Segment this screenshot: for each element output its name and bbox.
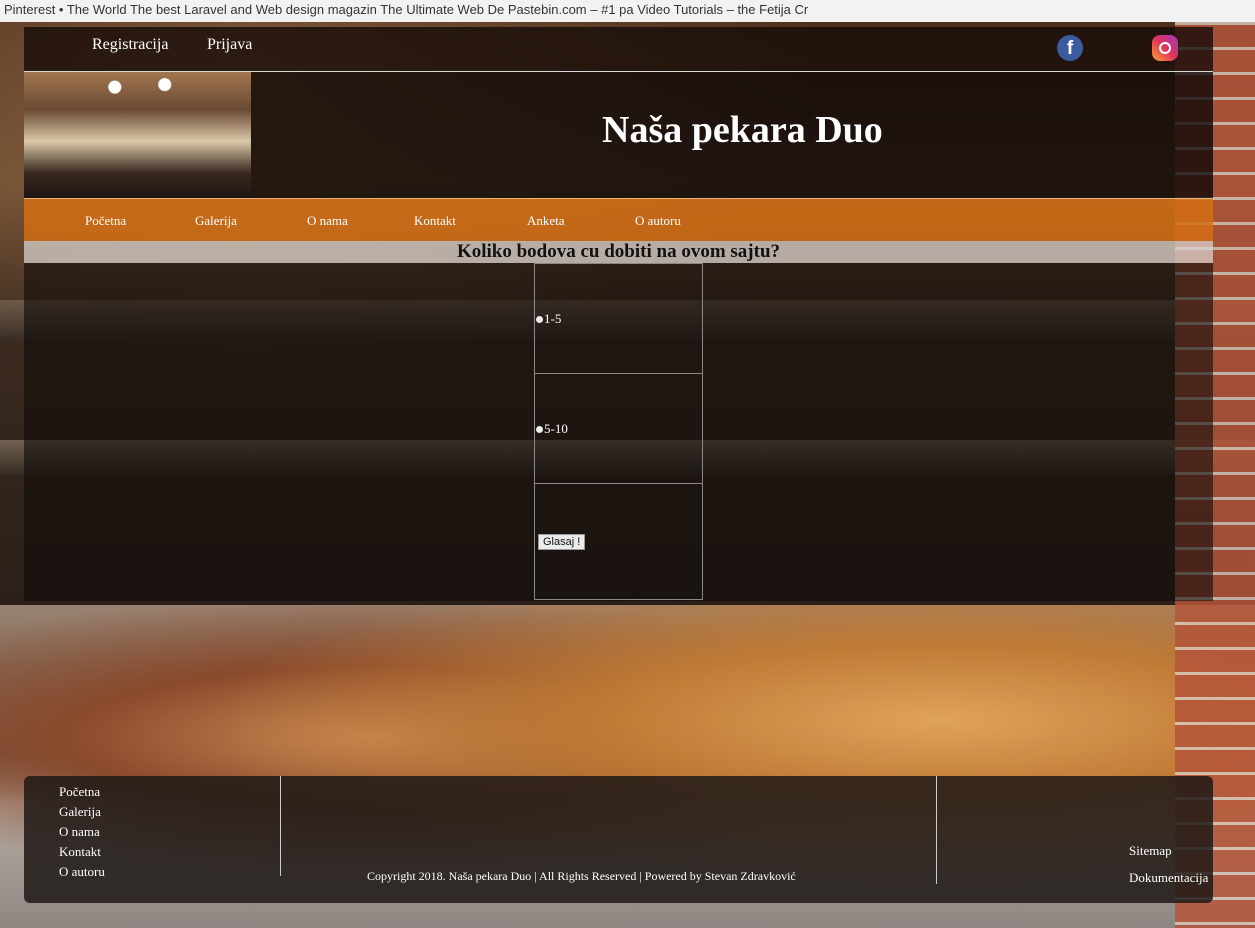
nav-item-anketa[interactable]: Anketa xyxy=(527,213,565,229)
poll-option-2[interactable]: 5-10 xyxy=(536,421,568,437)
facebook-icon[interactable]: f xyxy=(1057,35,1083,61)
poll-question: Koliko bodova cu dobiti na ovom sajtu? xyxy=(456,241,781,262)
nav-item-galerija[interactable]: Galerija xyxy=(195,213,237,229)
sitemap-link[interactable]: Sitemap xyxy=(1129,843,1172,859)
poll-table: 1-5 5-10 Glasaj ! xyxy=(534,263,703,600)
documentation-link[interactable]: Dokumentacija xyxy=(1129,870,1208,886)
site-header: Naša pekara Duo xyxy=(24,72,1213,198)
bakery-logo-image xyxy=(24,72,251,198)
footer-link-galerija[interactable]: Galerija xyxy=(59,802,105,822)
footer-divider xyxy=(280,776,281,876)
site-footer: Početna Galerija O nama Kontakt O autoru… xyxy=(24,776,1213,903)
poll-option-label: 1-5 xyxy=(544,311,562,326)
nav-item-pocetna[interactable]: Početna xyxy=(85,213,126,229)
page-container: Registracija Prijava f Naša pekara Duo P… xyxy=(24,27,1213,601)
site-title: Naša pekara Duo xyxy=(602,109,883,151)
nav-item-kontakt[interactable]: Kontakt xyxy=(414,213,456,229)
footer-links: Početna Galerija O nama Kontakt O autoru xyxy=(59,782,105,882)
radio-button[interactable] xyxy=(536,315,543,323)
poll-option-label: 5-10 xyxy=(544,421,568,436)
main-nav: Početna Galerija O nama Kontakt Anketa O… xyxy=(24,198,1213,241)
poll-option-cell: 5-10 xyxy=(535,373,702,483)
footer-link-o-nama[interactable]: O nama xyxy=(59,822,105,842)
bookmarks-text[interactable]: Pinterest • The World The best Laravel a… xyxy=(4,2,808,17)
radio-button[interactable] xyxy=(536,425,543,433)
poll-submit-cell: Glasaj ! xyxy=(535,483,702,599)
poll-question-bar: Koliko bodova cu dobiti na ovom sajtu? xyxy=(24,241,1213,263)
register-link[interactable]: Registracija xyxy=(92,36,168,54)
poll-option-cell: 1-5 xyxy=(535,263,702,373)
vote-button[interactable]: Glasaj ! xyxy=(538,534,586,550)
nav-item-o-nama[interactable]: O nama xyxy=(307,213,348,229)
footer-link-pocetna[interactable]: Početna xyxy=(59,782,105,802)
nav-item-o-autoru[interactable]: O autoru xyxy=(635,213,681,229)
bookmarks-bar: Pinterest • The World The best Laravel a… xyxy=(0,0,1255,22)
instagram-icon[interactable] xyxy=(1152,35,1178,61)
poll-option-1[interactable]: 1-5 xyxy=(536,311,561,327)
poll-section: 1-5 5-10 Glasaj ! xyxy=(24,263,1213,601)
footer-link-kontakt[interactable]: Kontakt xyxy=(59,842,105,862)
copyright-text: Copyright 2018. Naša pekara Duo | All Ri… xyxy=(367,869,796,883)
login-link[interactable]: Prijava xyxy=(207,36,252,54)
footer-divider xyxy=(936,776,937,884)
footer-link-o-autoru[interactable]: O autoru xyxy=(59,862,105,882)
top-bar: Registracija Prijava f xyxy=(24,27,1213,71)
